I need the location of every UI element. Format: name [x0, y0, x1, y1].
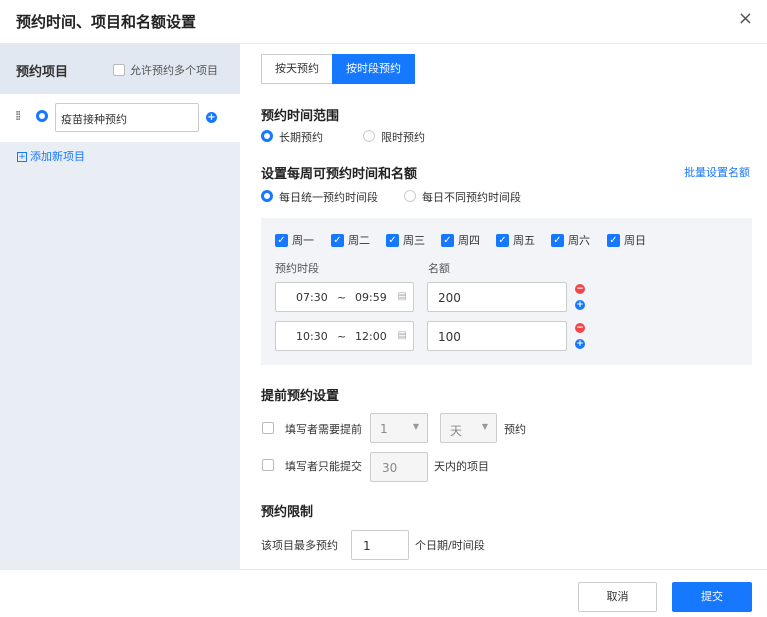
quota-input[interactable]: 100 — [427, 321, 567, 351]
drag-handle-icon[interactable]: ⁞⁞ — [15, 109, 21, 124]
radio-limited[interactable] — [363, 130, 375, 142]
advance-title: 提前预约设置 — [261, 389, 340, 404]
day-checkbox-sun[interactable]: ✓ 周日 — [607, 232, 646, 248]
add-slot-icon[interactable]: + — [575, 300, 585, 310]
tab-by-timeslot[interactable]: 按时段预约 — [332, 54, 415, 84]
submit-window-suffix: 天内的项目 — [434, 460, 489, 473]
sidebar-title: 预约项目 — [16, 65, 69, 80]
radio-varied-daily-label: 每日不同预约时间段 — [422, 191, 521, 204]
allow-multiple-label: 允许预约多个项目 — [130, 64, 218, 77]
limit-suffix: 个日期/时间段 — [415, 539, 485, 552]
dialog-title: 预约时间、项目和名额设置 — [16, 13, 197, 31]
project-radio[interactable] — [36, 110, 48, 122]
advance-required-label: 填写者需要提前 — [285, 423, 362, 436]
advance-number-select[interactable]: 1 ▼ — [370, 413, 428, 443]
day-checkbox-tue[interactable]: ✓ 周二 — [331, 232, 370, 248]
dialog-header: 预约时间、项目和名额设置 × — [0, 0, 767, 44]
add-new-project-button[interactable]: + 添加新项目 — [17, 148, 85, 164]
cancel-button[interactable]: 取消 — [578, 582, 657, 612]
radio-varied-daily[interactable] — [404, 190, 416, 202]
radio-limited-label: 限时预约 — [381, 131, 425, 144]
mode-tabs: 按天预约 按时段预约 — [261, 54, 415, 84]
batch-quota-link[interactable]: 批量设置名额 — [684, 164, 750, 180]
submit-window-checkbox[interactable] — [262, 459, 274, 471]
add-icon[interactable]: + — [206, 112, 217, 123]
timeslot-range-input[interactable]: 07:30 ~ 09:59 ▤ — [275, 282, 414, 312]
timeslot-range-input[interactable]: 10:30 ~ 12:00 ▤ — [275, 321, 414, 351]
project-sidebar: 预约项目 允许预约多个项目 ⁞⁞ 疫苗接种预约 + + 添加新项目 — [0, 44, 240, 569]
add-new-label: 添加新项目 — [30, 150, 85, 163]
advance-required-checkbox[interactable] — [262, 422, 274, 434]
day-checkbox-mon[interactable]: ✓ 周一 — [275, 232, 314, 248]
calendar-icon: ▤ — [397, 291, 407, 302]
remove-slot-icon[interactable]: − — [575, 323, 585, 333]
close-icon[interactable]: × — [738, 10, 753, 28]
slot-column-label: 预约时段 — [275, 262, 319, 275]
check-icon: ✓ — [331, 233, 344, 247]
radio-long-term-label: 长期预约 — [279, 131, 323, 144]
check-icon: ✓ — [607, 233, 620, 247]
allow-multiple-checkbox[interactable] — [113, 64, 125, 76]
timeslot-panel: ✓ 周一 ✓ 周二 ✓ 周三 ✓ 周四 ✓ 周五 ✓ 周六 ✓ 周日 预约时段 名额 07:3… — [261, 218, 752, 365]
chevron-down-icon: ▼ — [481, 422, 488, 431]
quota-column-label: 名额 — [428, 262, 450, 275]
check-icon: ✓ — [386, 233, 399, 247]
limit-input[interactable]: 1 — [351, 530, 409, 560]
limit-label: 该项目最多预约 — [261, 539, 338, 552]
plus-square-icon: + — [17, 152, 27, 162]
submit-window-label: 填写者只能提交 — [285, 460, 362, 473]
calendar-icon: ▤ — [397, 330, 407, 341]
day-checkbox-sat[interactable]: ✓ 周六 — [551, 232, 590, 248]
check-icon: ✓ — [441, 233, 454, 247]
submit-button[interactable]: 提交 — [672, 582, 752, 612]
project-name-input[interactable]: 疫苗接种预约 — [55, 103, 199, 132]
quota-input[interactable]: 200 — [427, 282, 567, 312]
advance-required-suffix: 预约 — [504, 423, 526, 436]
day-checkbox-thu[interactable]: ✓ 周四 — [441, 232, 480, 248]
weekly-title: 设置每周可预约时间和名额 — [261, 167, 418, 182]
add-slot-icon[interactable]: + — [575, 339, 585, 349]
check-icon: ✓ — [496, 233, 509, 247]
sidebar-header: 预约项目 允许预约多个项目 — [0, 44, 240, 94]
day-checkbox-fri[interactable]: ✓ 周五 — [496, 232, 535, 248]
radio-uniform-daily-label: 每日统一预约时间段 — [279, 191, 378, 204]
radio-long-term[interactable] — [261, 130, 273, 142]
project-item: ⁞⁞ 疫苗接种预约 + — [0, 94, 240, 142]
check-icon: ✓ — [275, 233, 288, 247]
settings-main: 按天预约 按时段预约 预约时间范围 长期预约 限时预约 设置每周可预约时间和名额… — [240, 44, 767, 569]
submit-window-days-input[interactable]: 30 — [370, 452, 428, 482]
check-icon: ✓ — [551, 233, 564, 247]
day-checkbox-wed[interactable]: ✓ 周三 — [386, 232, 425, 248]
advance-unit-select[interactable]: 天 ▼ — [440, 413, 497, 443]
tab-by-day[interactable]: 按天预约 — [261, 54, 332, 84]
remove-slot-icon[interactable]: − — [575, 284, 585, 294]
chevron-down-icon: ▼ — [412, 422, 419, 431]
dialog-footer: 取消 提交 — [0, 569, 767, 617]
radio-uniform-daily[interactable] — [261, 190, 273, 202]
range-title: 预约时间范围 — [261, 109, 340, 124]
limit-title: 预约限制 — [261, 505, 314, 520]
